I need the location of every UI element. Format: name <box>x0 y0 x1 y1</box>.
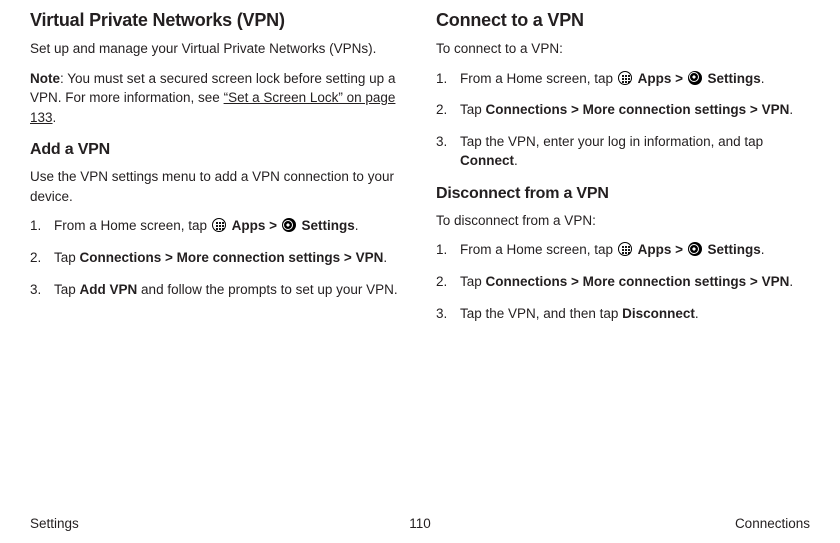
list-item: From a Home screen, tap Apps > Settings. <box>30 216 404 236</box>
page-number: 110 <box>409 516 431 531</box>
page-body: Virtual Private Networks (VPN) Set up an… <box>0 0 840 335</box>
add-vpn-intro: Use the VPN settings menu to add a VPN c… <box>30 167 404 206</box>
settings-label: Settings <box>707 242 760 257</box>
step-text: Tap <box>460 274 486 289</box>
list-item: Tap Connections > More connection settin… <box>30 248 404 268</box>
list-item: From a Home screen, tap Apps > Settings. <box>436 240 810 260</box>
period: . <box>789 274 793 289</box>
list-item: Tap Add VPN and follow the prompts to se… <box>30 280 404 300</box>
step-text: From a Home screen, tap <box>54 218 211 233</box>
nav-path: Connections > More connection settings >… <box>80 250 384 265</box>
note-label: Note <box>30 71 60 86</box>
period: . <box>789 102 793 117</box>
settings-icon <box>282 218 296 232</box>
apps-icon <box>212 218 226 232</box>
apps-label: Apps <box>232 218 266 233</box>
gt: > <box>265 218 280 233</box>
period: . <box>761 242 765 257</box>
add-vpn-label: Add VPN <box>80 282 138 297</box>
heading-vpn: Virtual Private Networks (VPN) <box>30 10 404 31</box>
step-text: Tap the VPN, enter your log in informati… <box>460 134 763 149</box>
settings-label: Settings <box>707 71 760 86</box>
nav-path: Connections > More connection settings >… <box>486 274 790 289</box>
list-item: Tap Connections > More connection settin… <box>436 100 810 120</box>
note-body-2: . <box>53 110 57 125</box>
disconnect-label: Disconnect <box>622 306 695 321</box>
disconnect-intro: To disconnect from a VPN: <box>436 211 810 231</box>
heading-disconnect-vpn: Disconnect from a VPN <box>436 185 810 203</box>
step-text: Tap <box>54 250 80 265</box>
vpn-note: Note: You must set a secured screen lock… <box>30 69 404 128</box>
step-text: From a Home screen, tap <box>460 71 617 86</box>
apps-icon <box>618 71 632 85</box>
period: . <box>355 218 359 233</box>
period: . <box>383 250 387 265</box>
page-footer: Settings 110 Connections <box>30 516 810 531</box>
settings-icon <box>688 71 702 85</box>
list-item: Tap Connections > More connection settin… <box>436 272 810 292</box>
connect-intro: To connect to a VPN: <box>436 39 810 59</box>
list-item: From a Home screen, tap Apps > Settings. <box>436 69 810 89</box>
step-text-tail: and follow the prompts to set up your VP… <box>137 282 397 297</box>
apps-label: Apps <box>638 71 672 86</box>
period: . <box>514 153 518 168</box>
gt: > <box>671 71 686 86</box>
settings-label: Settings <box>301 218 354 233</box>
footer-subsection: Connections <box>735 516 810 531</box>
gt: > <box>671 242 686 257</box>
list-item: Tap the VPN, enter your log in informati… <box>436 132 810 171</box>
heading-add-vpn: Add a VPN <box>30 141 404 159</box>
connect-label: Connect <box>460 153 514 168</box>
add-vpn-steps: From a Home screen, tap Apps > Settings.… <box>30 216 404 299</box>
disconnect-steps: From a Home screen, tap Apps > Settings.… <box>436 240 810 323</box>
right-column: Connect to a VPN To connect to a VPN: Fr… <box>436 10 810 335</box>
apps-label: Apps <box>638 242 672 257</box>
step-text: Tap <box>460 102 486 117</box>
period: . <box>761 71 765 86</box>
nav-path: Connections > More connection settings >… <box>486 102 790 117</box>
list-item: Tap the VPN, and then tap Disconnect. <box>436 304 810 324</box>
apps-icon <box>618 242 632 256</box>
settings-icon <box>688 242 702 256</box>
vpn-intro: Set up and manage your Virtual Private N… <box>30 39 404 59</box>
step-text: Tap the VPN, and then tap <box>460 306 622 321</box>
step-text: From a Home screen, tap <box>460 242 617 257</box>
left-column: Virtual Private Networks (VPN) Set up an… <box>30 10 404 335</box>
footer-section: Settings <box>30 516 79 531</box>
heading-connect-vpn: Connect to a VPN <box>436 10 810 31</box>
period: . <box>695 306 699 321</box>
step-text: Tap <box>54 282 80 297</box>
connect-steps: From a Home screen, tap Apps > Settings.… <box>436 69 810 171</box>
